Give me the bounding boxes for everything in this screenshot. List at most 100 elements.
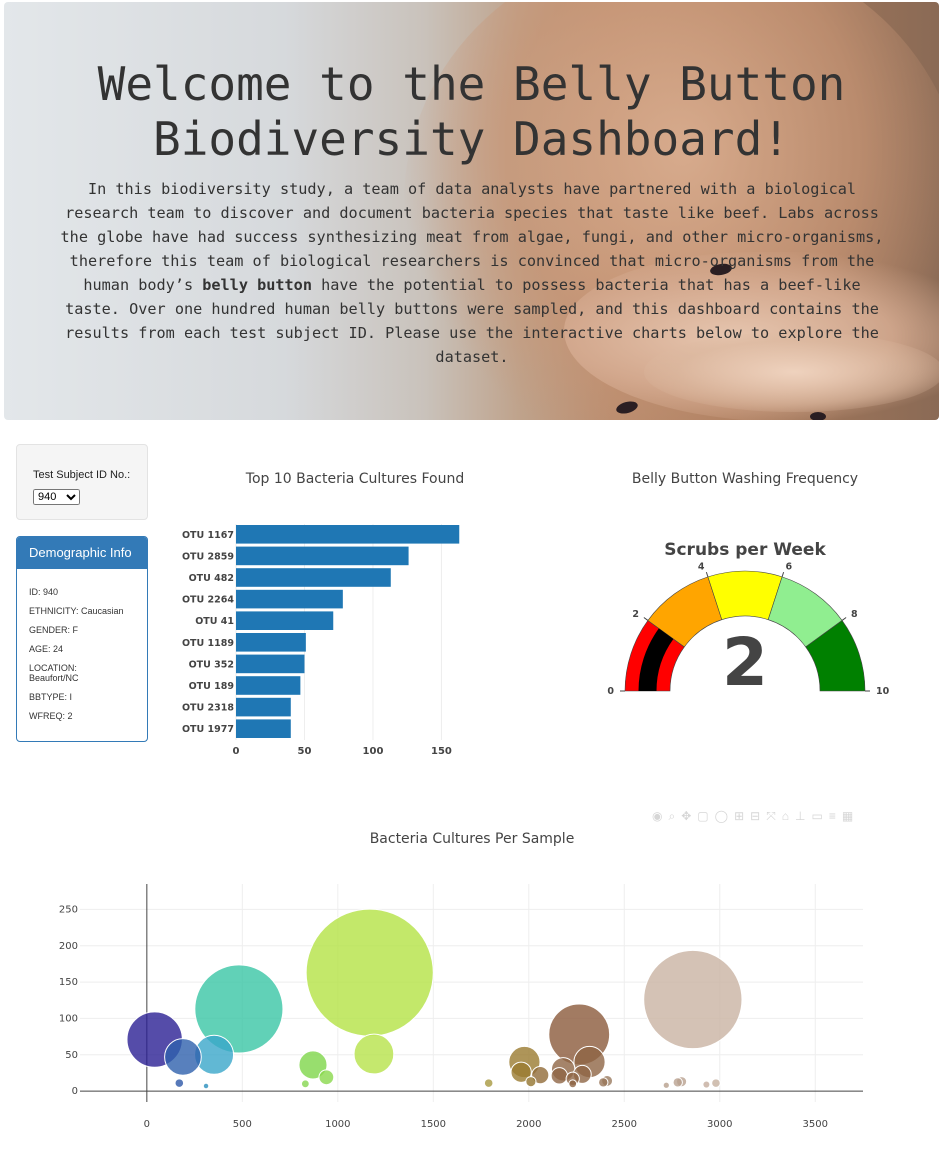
y-tick-label: 0 xyxy=(72,1086,78,1097)
subject-id-label: Test Subject ID No.: xyxy=(33,469,131,481)
hover-closest-icon[interactable]: ▭ xyxy=(812,809,823,823)
x-tick-label: 150 xyxy=(431,746,452,757)
gauge-value: 2 xyxy=(722,624,768,701)
subject-id-select[interactable]: 940 xyxy=(33,489,80,505)
zoom-in-icon[interactable]: ⊞ xyxy=(734,809,744,823)
bubble xyxy=(568,1079,578,1089)
gauge-title: Scrubs per Week xyxy=(664,540,826,560)
bubble xyxy=(550,1067,569,1085)
bubble xyxy=(643,949,743,1050)
bar xyxy=(236,589,343,609)
plot-modebar[interactable]: ◉ ⌕ ✥ ▢ ◯ ⊞ ⊟ ⤧ ⌂ ⊥ ▭ ≡ ▦ xyxy=(652,807,859,824)
bar xyxy=(236,568,391,587)
x-tick-label: 2500 xyxy=(612,1119,637,1130)
box-select-icon[interactable]: ▢ xyxy=(697,809,708,823)
x-tick-label: 500 xyxy=(233,1119,252,1130)
bar xyxy=(236,633,306,652)
demographic-row-wfreq: WFREQ: 2 xyxy=(29,711,73,721)
x-tick-label: 50 xyxy=(298,746,312,757)
bubble xyxy=(300,1079,310,1089)
x-tick-label: 1000 xyxy=(325,1119,350,1130)
gauge-chart-title: Belly Button Washing Frequency xyxy=(631,471,859,487)
spike-lines-icon[interactable]: ⊥ xyxy=(795,809,805,823)
bubble xyxy=(662,1081,670,1089)
demographic-row-location: LOCATION: Beaufort/NC xyxy=(29,663,79,683)
y-tick-label: 150 xyxy=(59,977,78,988)
bubble xyxy=(525,1076,537,1088)
top10-bar-chart[interactable]: 0 50 100 150 OTU 1167 OTU 2859 OTU 482 OTU 2264… xyxy=(160,500,490,760)
bubble xyxy=(202,1082,210,1090)
gauge-tick xyxy=(705,571,709,578)
bubble xyxy=(174,1078,185,1088)
zoom-out-icon[interactable]: ⊟ xyxy=(750,809,760,823)
plotly-logo-icon[interactable]: ▦ xyxy=(842,809,853,823)
subject-selector-panel: Test Subject ID No.: 940 xyxy=(16,444,148,520)
washing-frequency-gauge[interactable]: Scrubs per Week 0 2 4 6 8 10 2 xyxy=(600,530,900,710)
demographic-info-heading: Demographic Info xyxy=(17,537,147,569)
gauge-tick-label: 10 xyxy=(876,686,890,697)
x-tick-label: 0 xyxy=(233,746,240,757)
bubble xyxy=(598,1077,609,1088)
bubble xyxy=(483,1078,494,1088)
y-tick-label: OTU 1167 xyxy=(182,530,234,541)
demographic-info-panel: Demographic Info ID: 940 ETHNICITY: Cauc… xyxy=(16,536,148,742)
bubble xyxy=(305,908,434,1037)
y-tick-label: OTU 352 xyxy=(189,659,234,670)
page-title: Welcome to the Belly Button Biodiversity… xyxy=(97,57,846,166)
y-tick-label: 50 xyxy=(65,1050,78,1061)
gauge-tick-label: 6 xyxy=(785,561,792,572)
bar xyxy=(236,525,460,544)
bubble xyxy=(672,1077,683,1088)
y-tick-label: OTU 2264 xyxy=(182,595,234,606)
demographic-row-age: AGE: 24 xyxy=(29,644,64,654)
bar xyxy=(236,546,409,566)
hero-fingernail xyxy=(810,412,826,420)
demographic-row-id: ID: 940 xyxy=(29,587,59,597)
y-tick-label: OTU 1189 xyxy=(182,638,234,649)
y-tick-label: OTU 41 xyxy=(195,616,234,627)
bar xyxy=(236,697,291,717)
zoom-icon[interactable]: ⌕ xyxy=(668,809,675,824)
hover-compare-icon[interactable]: ≡ xyxy=(829,809,836,823)
gauge-tick-label: 4 xyxy=(698,561,705,572)
x-tick-label: 3000 xyxy=(707,1119,732,1130)
gauge-tick xyxy=(781,571,785,578)
camera-icon[interactable]: ◉ xyxy=(652,809,662,823)
bubble xyxy=(711,1078,721,1088)
lasso-icon[interactable]: ◯ xyxy=(715,809,728,823)
y-tick-label: 250 xyxy=(59,904,78,915)
hero-banner: Welcome to the Belly Button Biodiversity… xyxy=(4,2,939,420)
y-tick-label: OTU 189 xyxy=(189,681,234,692)
y-tick-label: 100 xyxy=(59,1013,78,1024)
bubble xyxy=(353,1033,395,1075)
x-tick-label: 100 xyxy=(363,746,384,757)
intro-paragraph: In this biodiversity study, a team of da… xyxy=(60,180,884,366)
bar xyxy=(236,654,305,674)
x-tick-label: 2000 xyxy=(516,1119,541,1130)
x-tick-label: 3500 xyxy=(803,1119,828,1130)
demographic-info-body: ID: 940 ETHNICITY: Caucasian GENDER: F A… xyxy=(17,569,147,721)
bar xyxy=(236,719,291,738)
gauge-tick xyxy=(841,617,847,621)
x-tick-label: 1500 xyxy=(421,1119,446,1130)
y-tick-label: OTU 482 xyxy=(189,573,234,584)
intro-emphasis: belly button xyxy=(202,276,312,294)
autoscale-icon[interactable]: ⤧ xyxy=(766,809,776,824)
gauge-tick xyxy=(643,617,649,621)
pan-icon[interactable]: ✥ xyxy=(681,809,691,823)
x-tick-label: 0 xyxy=(144,1119,150,1130)
bar-chart-title: Top 10 Bacteria Cultures Found xyxy=(245,471,465,487)
bubble xyxy=(318,1069,335,1086)
reset-axes-icon[interactable]: ⌂ xyxy=(782,809,789,823)
bubble xyxy=(164,1038,202,1076)
y-tick-label: OTU 2318 xyxy=(182,703,234,714)
gauge-tick-label: 2 xyxy=(632,609,639,620)
y-tick-label: 200 xyxy=(59,941,78,952)
demographic-row-ethnicity: ETHNICITY: Caucasian xyxy=(29,606,124,616)
bubble-chart[interactable]: 0 500 1000 1500 2000 2500 3000 3500 0 50 100 150 200… xyxy=(0,870,943,1155)
bar xyxy=(236,611,334,630)
bar xyxy=(236,676,301,695)
bubble-chart-title: Bacteria Cultures Per Sample xyxy=(369,831,575,847)
demographic-row-gender: GENDER: F xyxy=(29,625,79,635)
y-tick-label: OTU 2859 xyxy=(182,551,234,562)
